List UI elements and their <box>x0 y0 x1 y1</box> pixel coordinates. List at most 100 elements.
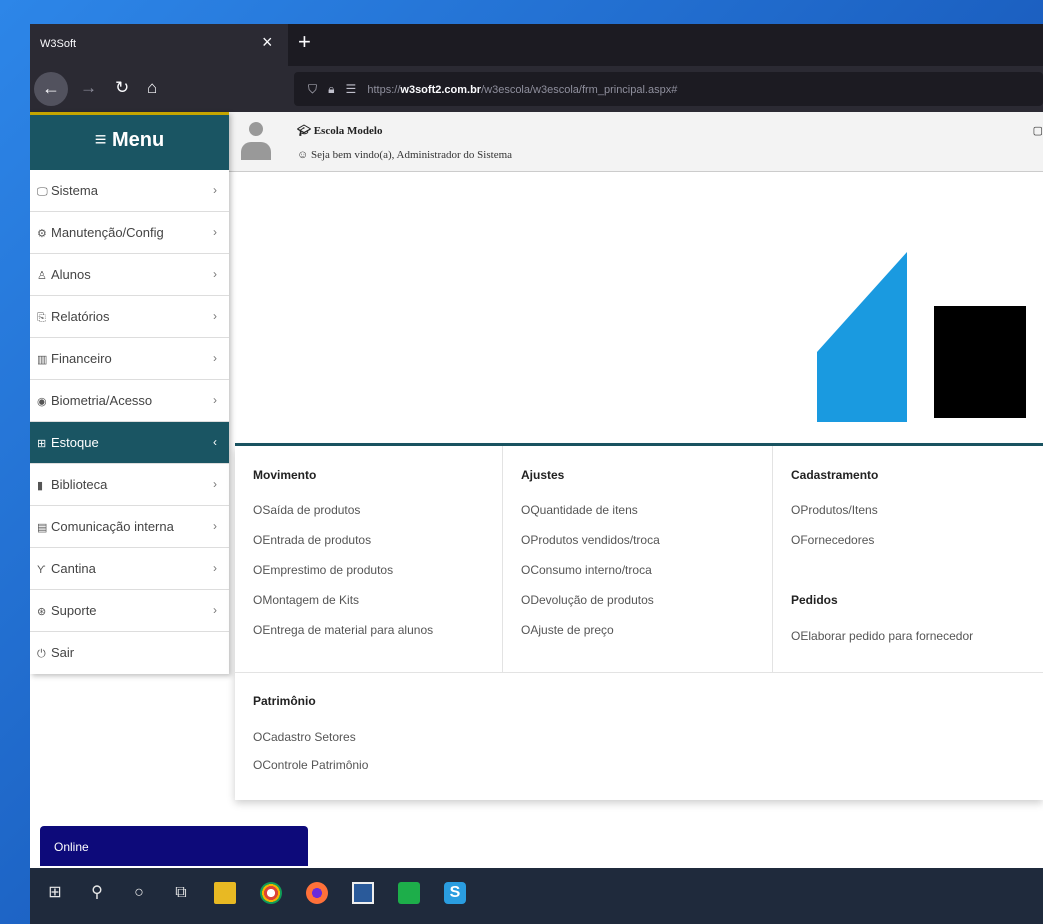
browser-window: W3Soft × + ← → ↻ ⌂ ⛉ 🔒︎ ☰ https://w3soft… <box>30 24 1043 924</box>
sidebar: ≡ Menu 🖵 Sistema › ⚙ Manutenção/Config › ♙ Alun… <box>30 112 229 674</box>
new-tab-icon[interactable]: + <box>298 29 311 55</box>
sidebar-item-label: Financeiro <box>51 351 112 366</box>
chevron-right-icon: › <box>213 267 217 281</box>
firefox-icon[interactable] <box>306 882 328 904</box>
file-explorer-icon[interactable] <box>214 882 236 904</box>
sidebar-item-label: Biblioteca <box>51 477 108 492</box>
movimento-link[interactable]: OEmprestimo de produtos <box>253 563 393 577</box>
link-label: Devolução de produtos <box>530 593 654 607</box>
search-icon[interactable]: ⚲ <box>86 882 108 904</box>
link-label: Produtos/Itens <box>800 503 878 517</box>
fingerprint-icon: ◉ <box>37 396 47 408</box>
page-header: 🎓︎ Escola Modelo ☺ Seja bem vindo(a), Ad… <box>229 112 1043 172</box>
permissions-icon: ☰ <box>345 82 357 96</box>
ajustes-link[interactable]: OProdutos vendidos/troca <box>521 533 660 547</box>
pedidos-title: Pedidos <box>791 593 838 607</box>
cadastramento-link[interactable]: OProdutos/Itens <box>791 503 878 517</box>
sidebar-item-financeiro[interactable]: ▥ Financeiro › <box>30 338 229 380</box>
ajustes-link[interactable]: OConsumo interno/troca <box>521 563 652 577</box>
home-icon[interactable]: ⌂ <box>147 78 157 98</box>
support-icon: ⊛ <box>37 606 47 618</box>
url-path: /w3escola/w3escola/frm_principal.aspx# <box>481 84 678 96</box>
sidebar-item-sistema[interactable]: 🖵 Sistema › <box>30 170 229 212</box>
ajustes-link[interactable]: OAjuste de preço <box>521 623 614 637</box>
sidebar-item-biblioteca[interactable]: ▮ Biblioteca › <box>30 464 229 506</box>
chevron-right-icon: › <box>213 183 217 197</box>
phone-app-icon[interactable] <box>398 882 420 904</box>
cutlery-icon: ϒ <box>37 564 46 576</box>
pedidos-link[interactable]: OElaborar pedido para fornecedor <box>791 629 973 643</box>
cadastramento-title: Cadastramento <box>791 468 879 482</box>
movimento-link[interactable]: OMontagem de Kits <box>253 593 359 607</box>
patrimonio-link[interactable]: OControle Patrimônio <box>253 758 368 772</box>
movimento-link[interactable]: OEntrega de material para alunos <box>253 623 433 637</box>
link-label: Entrega de material para alunos <box>262 623 434 637</box>
task-view-icon[interactable]: ⧉ <box>170 882 192 904</box>
ajustes-link[interactable]: ODevolução de produtos <box>521 593 654 607</box>
shield-icon: ⛉ <box>308 82 318 96</box>
sidebar-item-sair[interactable]: ⏻ Sair <box>30 632 229 674</box>
page-content: 🎓︎ Escola Modelo ☺ Seja bem vindo(a), Ad… <box>30 112 1043 868</box>
sidebar-item-label: Manutenção/Config <box>51 225 164 240</box>
tab-close-icon[interactable]: × <box>262 32 273 53</box>
skype-icon[interactable]: S <box>444 882 466 904</box>
browser-tab[interactable]: W3Soft <box>30 24 288 66</box>
patrimonio-column: Patrimônio OCadastro Setores OControle Pa… <box>235 672 1043 800</box>
reload-icon[interactable]: ↻ <box>115 78 129 98</box>
sidebar-item-cantina[interactable]: ϒ Cantina › <box>30 548 229 590</box>
cadastramento-link[interactable]: OFornecedores <box>791 533 874 547</box>
circle-icon: O <box>791 533 801 547</box>
url-bar[interactable]: ⛉ 🔒︎ ☰ https://w3soft2.com.br/w3escola/w… <box>294 72 1043 106</box>
ajustes-title: Ajustes <box>521 468 565 482</box>
stock-mega-menu: Movimento OSaída de produtos OEntrada de … <box>235 446 1043 800</box>
sidebar-item-suporte[interactable]: ⊛ Suporte › <box>30 590 229 632</box>
circle-icon: O <box>253 503 263 517</box>
windows-start-icon[interactable]: ⊞ <box>44 882 66 904</box>
school-name-text: Escola Modelo <box>313 125 383 137</box>
sidebar-item-label: Sair <box>51 645 75 660</box>
link-label: Montagem de Kits <box>262 593 360 607</box>
circle-icon: O <box>521 623 531 637</box>
patrimonio-link[interactable]: OCadastro Setores <box>253 730 356 744</box>
header-right-icon[interactable]: ▢ <box>1033 124 1043 137</box>
online-status-badge[interactable]: Online <box>40 826 308 866</box>
circle-icon: O <box>253 730 263 744</box>
school-name: 🎓︎ Escola Modelo <box>297 124 382 137</box>
link-label: Cadastro Setores <box>262 730 356 744</box>
menu-header[interactable]: ≡ Menu <box>30 115 229 170</box>
taskbar: ⊞ ⚲ ○ ⧉ S <box>30 868 1043 924</box>
logo-black-shape <box>934 306 1026 418</box>
circle-icon: O <box>521 593 531 607</box>
movimento-link[interactable]: OEntrada de produtos <box>253 533 371 547</box>
ajustes-link[interactable]: OQuantidade de itens <box>521 503 638 517</box>
sidebar-item-alunos[interactable]: ♙ Alunos › <box>30 254 229 296</box>
circle-icon: O <box>253 758 263 772</box>
movimento-link[interactable]: OSaída de produtos <box>253 503 360 517</box>
sidebar-item-label: Biometria/Acesso <box>51 393 153 408</box>
forward-arrow-icon[interactable]: → <box>80 78 97 98</box>
remote-desktop-icon[interactable] <box>352 882 374 904</box>
sidebar-item-biometria-acesso[interactable]: ◉ Biometria/Acesso › <box>30 380 229 422</box>
sidebar-item-relat-rios[interactable]: ⎘ Relatórios › <box>30 296 229 338</box>
sidebar-item-label: Cantina <box>51 561 96 576</box>
cortana-icon[interactable]: ○ <box>128 882 150 904</box>
sidebar-item-manuten-o-config[interactable]: ⚙ Manutenção/Config › <box>30 212 229 254</box>
ajustes-column: Ajustes OQuantidade de itens OProdutos ve… <box>503 446 773 672</box>
chevron-right-icon: › <box>213 477 217 491</box>
books-icon: ▮ <box>37 480 44 492</box>
sidebar-item-estoque[interactable]: ⊞ Estoque ‹ <box>30 422 229 464</box>
chevron-right-icon: › <box>213 393 217 407</box>
link-label: Saída de produtos <box>262 503 361 517</box>
gift-icon: ⊞ <box>37 438 47 450</box>
sidebar-item-comunica-o-interna[interactable]: ▤ Comunicação interna › <box>30 506 229 548</box>
back-arrow-icon[interactable]: ← <box>34 72 68 106</box>
chrome-icon[interactable] <box>260 882 282 904</box>
movimento-title: Movimento <box>253 468 317 482</box>
gear-icon: ⚙ <box>37 228 47 240</box>
url-host: w3soft2.com.br <box>400 84 482 96</box>
avatar[interactable] <box>241 122 271 160</box>
sidebar-list: 🖵 Sistema › ⚙ Manutenção/Config › ♙ Alunos › ⎘ Rel… <box>30 170 229 674</box>
power-icon: ⏻ <box>37 648 46 660</box>
link-label: Emprestimo de produtos <box>262 563 394 577</box>
lock-icon: 🔒︎ <box>328 82 335 96</box>
